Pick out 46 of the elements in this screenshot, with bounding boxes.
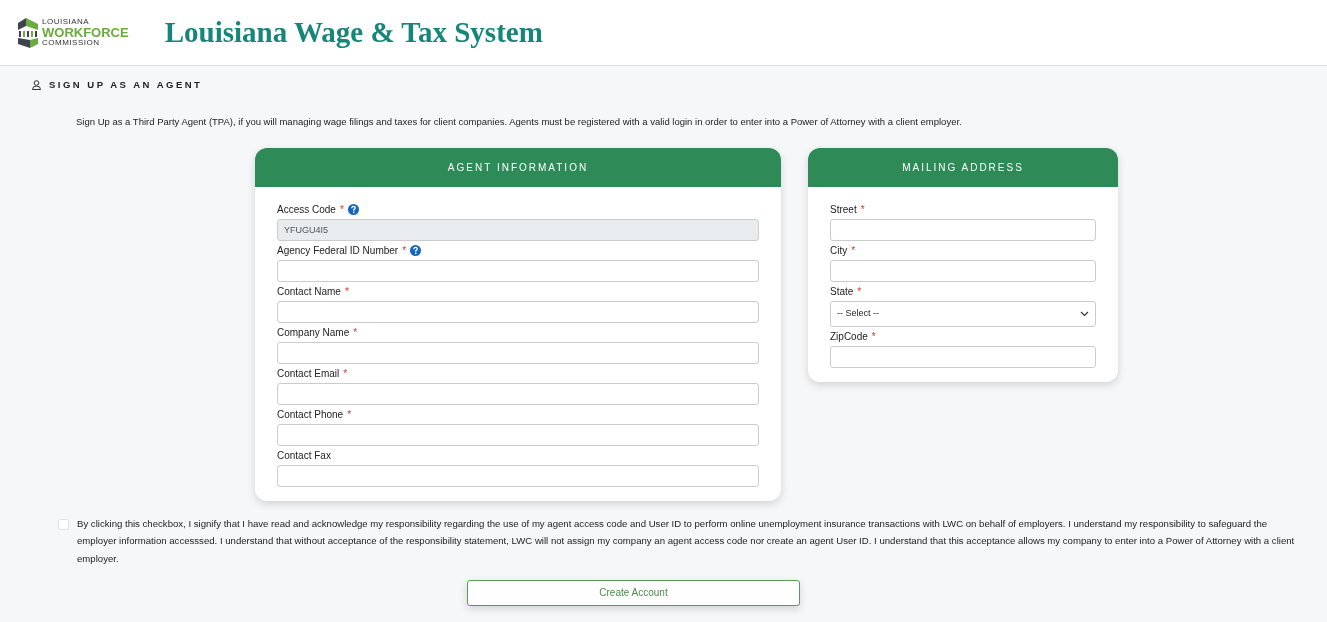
required-mark: *: [347, 407, 352, 422]
agreement-checkbox[interactable]: [58, 518, 69, 530]
field-label: Street: [830, 202, 857, 217]
required-mark: *: [860, 202, 865, 217]
input-field[interactable]: [830, 218, 1096, 241]
input-field[interactable]: [830, 259, 1096, 282]
logo-text: COMMISSION: [42, 39, 101, 47]
building-icon: [18, 17, 38, 48]
panel-header: MAILING ADDRESS: [808, 147, 1118, 187]
logo-text: WORKFORCE: [42, 26, 129, 39]
required-mark: *: [402, 243, 407, 258]
intro-text: Sign Up as a Third Party Agent (TPA), if you will managing wage filings and taxes for client companies. Agents must be registered with a valid login in order to enter into a Power of Attorney with a client employer.: [76, 116, 962, 128]
required-mark: *: [851, 243, 856, 258]
field-label: Contact Email: [277, 366, 340, 381]
input-field[interactable]: [277, 423, 759, 446]
panel-header: AGENT INFORMATION: [255, 147, 781, 187]
required-mark: *: [339, 202, 344, 217]
required-mark: *: [353, 325, 358, 340]
input-field[interactable]: [277, 300, 759, 323]
required-mark: *: [343, 366, 348, 381]
field-label: Contact Fax: [277, 448, 331, 463]
field-label: Contact Name: [277, 284, 341, 299]
field-label: Company Name: [277, 325, 350, 340]
input-field[interactable]: [830, 345, 1096, 368]
agreement-text: By clicking this checkbox, I signify that I have read and acknowledge my responsibility regarding the use of my agent access code and User ID to perform online unemployment insurance transactions with LWC on behalf of employers. I understand my responsibility to safeguard the employer information accesssed. I understand that without acceptance of the responsibility statement, LWC will not assign my company an agent access code nor create an agent User ID. I understand that this acceptance allows my company to enter into a Power of Attorney with a client employer.: [77, 516, 1296, 566]
input-field[interactable]: [277, 464, 759, 487]
state-select[interactable]: -- Select --: [830, 300, 1096, 327]
chevron-down-icon: [1080, 310, 1089, 317]
field-label: Contact Phone: [277, 407, 344, 422]
field-label: Access Code: [277, 202, 336, 217]
required-mark: *: [344, 284, 349, 299]
input-field[interactable]: [277, 341, 759, 364]
create-account-button[interactable]: Create Account: [467, 579, 800, 606]
required-mark: *: [871, 329, 876, 344]
user-icon: [32, 80, 41, 91]
logo-text: LOUISIANA: [42, 18, 91, 26]
site-title: Louisiana Wage & Tax System: [164, 14, 543, 50]
input-field[interactable]: [277, 382, 759, 405]
page-heading: SIGN UP AS AN AGENT: [49, 78, 203, 92]
help-icon[interactable]: [410, 244, 422, 256]
required-mark: *: [857, 284, 862, 299]
field-label: Agency Federal ID Number: [277, 243, 399, 258]
input-field[interactable]: [277, 259, 759, 282]
field-label: ZipCode: [830, 329, 868, 344]
field-label: State: [830, 284, 854, 299]
field-label: City: [830, 243, 848, 258]
